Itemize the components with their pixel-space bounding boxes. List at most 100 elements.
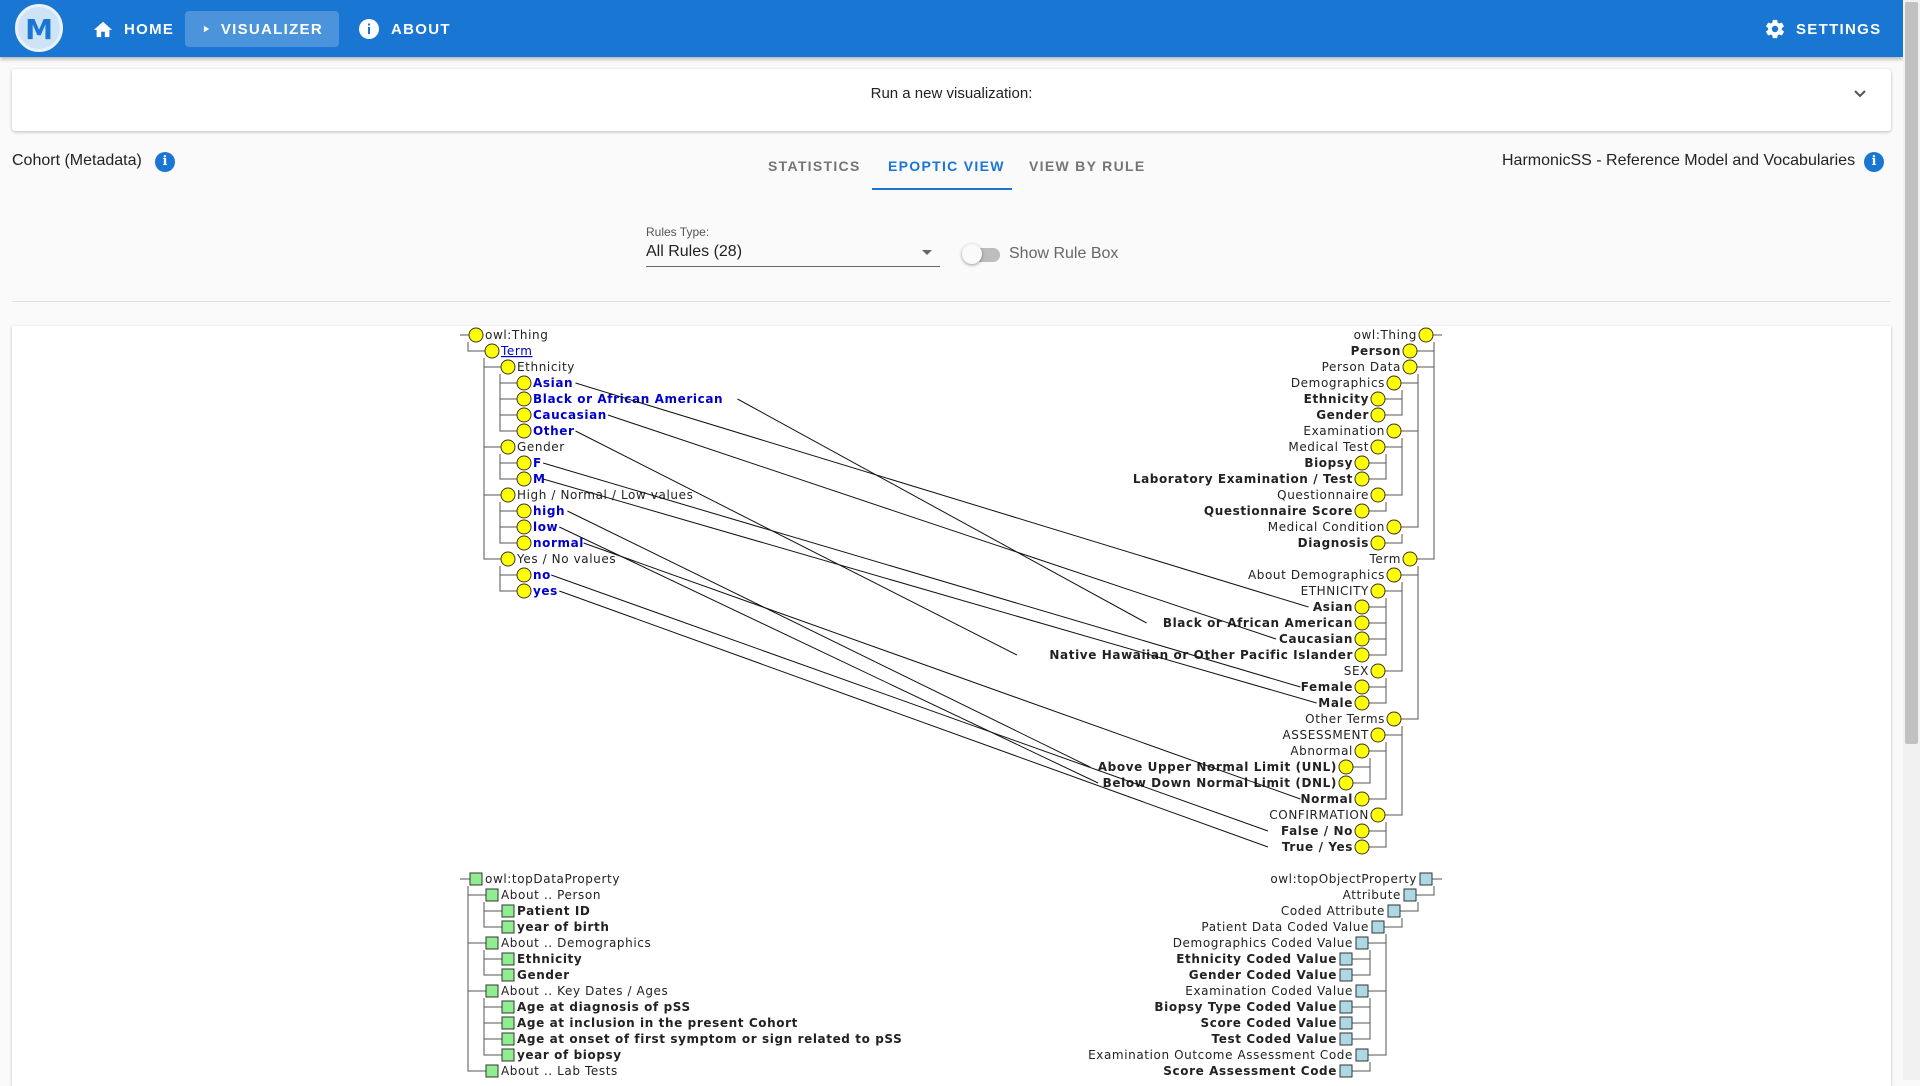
left-property-about-lab-tests-label: About .. Lab Tests	[501, 1064, 618, 1078]
left-class-yes-node	[516, 583, 532, 599]
right-class-caucasian-node	[1354, 631, 1370, 647]
right-class-questionnaire-node	[1370, 487, 1386, 503]
right-class-below-down-normal-limit-dnl-label: Below Down Normal Limit (DNL)	[1103, 776, 1337, 790]
app-bar: M HOME VISUALIZER ABOUT SETTINGS	[0, 0, 1903, 57]
right-property-patient-data-coded-value-node	[1371, 920, 1385, 934]
left-class-gender-label: Gender	[517, 440, 565, 454]
right-class-about-demographics-label: About Demographics	[1248, 568, 1385, 582]
right-class-asian-label: Asian	[1313, 600, 1353, 614]
left-property-gender-label: Gender	[517, 968, 570, 982]
tab-statistics[interactable]: STATISTICS	[768, 158, 861, 174]
right-property-examination-coded-value-node	[1355, 984, 1369, 998]
right-property-examination-coded-value-label: Examination Coded Value	[1185, 984, 1353, 998]
right-class-native-hawaiian-or-other-pacific-islander-node	[1354, 647, 1370, 663]
left-property-about-demographics-node	[485, 936, 499, 950]
left-property-year-of-birth-node	[501, 920, 515, 934]
right-class-male-node	[1354, 695, 1370, 711]
right-class-medical-test-label: Medical Test	[1288, 440, 1369, 454]
right-class-native-hawaiian-or-other-pacific-islander-label: Native Hawaiian or Other Pacific Islande…	[1049, 648, 1353, 662]
left-class-asian-label: Asian	[533, 376, 573, 390]
app-logo[interactable]: M	[15, 4, 63, 52]
chevron-down-icon[interactable]	[1853, 89, 1867, 99]
right-class-diagnosis-node	[1370, 535, 1386, 551]
settings-label: SETTINGS	[1796, 20, 1882, 38]
left-class-tree-connector	[483, 358, 508, 560]
mapping-line-f	[542, 462, 1301, 688]
show-rule-box-toggle-thumb[interactable]	[962, 244, 982, 264]
left-class-gender-node	[500, 439, 516, 455]
right-property-score-coded-value-node	[1339, 1016, 1353, 1030]
left-class-ethnicity-node	[500, 359, 516, 375]
left-class-black-or-african-american-node	[516, 391, 532, 407]
left-class-yes-no-values-node	[500, 551, 516, 567]
right-source-info-icon[interactable]: i	[1864, 152, 1884, 172]
right-class-term-label: Term	[1369, 552, 1402, 566]
right-class-questionnaire-score-node	[1354, 503, 1370, 519]
left-property-age-at-onset-of-first-symptom-or-sign-related-to-pss-node	[501, 1032, 515, 1046]
right-class-demographics-label: Demographics	[1291, 376, 1385, 390]
left-source-label: Cohort (Metadata)	[12, 152, 142, 169]
nav-home-button[interactable]: HOME	[76, 11, 190, 47]
left-class-owl-thing-node	[468, 327, 484, 343]
right-property-coded-attribute-node	[1387, 904, 1401, 918]
left-source-info-icon[interactable]: i	[155, 152, 175, 172]
nav-visualizer-button[interactable]: VISUALIZER	[185, 11, 339, 47]
right-class-true-yes-label: True / Yes	[1282, 840, 1353, 854]
right-class-asian-node	[1354, 599, 1370, 615]
page-scrollbar-thumb[interactable]	[1905, 2, 1918, 744]
settings-button[interactable]: SETTINGS	[1748, 11, 1897, 47]
right-class-ethnicity-node	[1370, 391, 1386, 407]
right-property-score-coded-value-label: Score Coded Value	[1200, 1016, 1337, 1030]
epoptic-view-graph: owl:Thing Term Ethnicity Asian Black or Afri…	[460, 327, 1442, 1078]
right-class-ethnicity-node	[1370, 583, 1386, 599]
right-class-tree-connector	[1410, 342, 1435, 560]
tab-view-by-rule[interactable]: VIEW BY RULE	[1029, 158, 1145, 174]
play-icon	[203, 25, 210, 33]
left-property-year-of-biopsy-label: year of biopsy	[517, 1048, 622, 1062]
right-class-other-terms-label: Other Terms	[1305, 712, 1385, 726]
mapping-line-low	[559, 526, 1099, 784]
right-class-normal-node	[1354, 791, 1370, 807]
left-class-term-label[interactable]: Term	[500, 344, 533, 358]
right-property-test-coded-value-label: Test Coded Value	[1212, 1032, 1337, 1046]
epoptic-view-canvas: owl:Thing Term Ethnicity Asian Black or Afri…	[12, 326, 1891, 1086]
home-icon	[93, 21, 113, 38]
right-class-questionnaire-label: Questionnaire	[1277, 488, 1369, 502]
left-class-caucasian-label: Caucasian	[533, 408, 607, 422]
right-class-demographics-node	[1386, 375, 1402, 391]
right-class-examination-node	[1386, 423, 1402, 439]
rules-type-select[interactable]: All Rules (28)	[646, 243, 742, 261]
mapping-line-no	[551, 574, 1269, 832]
tab-epoptic-view[interactable]: EPOPTIC VIEW	[888, 158, 1005, 174]
left-class-no-label: no	[533, 568, 551, 582]
left-property-year-of-birth-label: year of birth	[517, 920, 610, 934]
run-visualization-panel[interactable]: Run a new visualization:	[12, 69, 1891, 131]
rules-type-label: Rules Type:	[646, 225, 710, 239]
right-class-male-label: Male	[1318, 696, 1353, 710]
left-property-year-of-biopsy-node	[501, 1048, 515, 1062]
rules-type-underline	[646, 266, 940, 267]
left-class-other-label: Other	[533, 424, 575, 438]
right-class-black-or-african-american-node	[1354, 615, 1370, 631]
right-class-female-node	[1354, 679, 1370, 695]
nav-about-button[interactable]: ABOUT	[341, 11, 467, 47]
left-property-age-at-inclusion-in-the-present-cohort-label: Age at inclusion in the present Cohort	[517, 1016, 798, 1030]
left-class-m-node	[516, 471, 532, 487]
right-class-diagnosis-label: Diagnosis	[1298, 536, 1369, 550]
dropdown-arrow-icon[interactable]	[922, 250, 932, 255]
mapping-line-other	[575, 430, 1018, 656]
right-property-owl-topobjectproperty-label: owl:topObjectProperty	[1270, 872, 1417, 886]
left-class-normal-node	[516, 535, 532, 551]
section-divider	[12, 301, 1891, 302]
left-class-high-label: high	[533, 504, 565, 518]
right-class-tree-connector	[1394, 374, 1419, 528]
left-property-about-key-dates-ages-node	[485, 984, 499, 998]
right-property-attribute-label: Attribute	[1343, 888, 1401, 902]
right-class-gender-node	[1370, 407, 1386, 423]
active-tab-indicator	[872, 188, 1012, 190]
right-property-patient-data-coded-value-label: Patient Data Coded Value	[1201, 920, 1369, 934]
right-class-laboratory-examination-test-label: Laboratory Examination / Test	[1133, 472, 1353, 486]
nav-visualizer-label: VISUALIZER	[220, 20, 323, 38]
left-property-about-lab-tests-node	[485, 1064, 499, 1078]
right-class-false-no-node	[1354, 823, 1370, 839]
